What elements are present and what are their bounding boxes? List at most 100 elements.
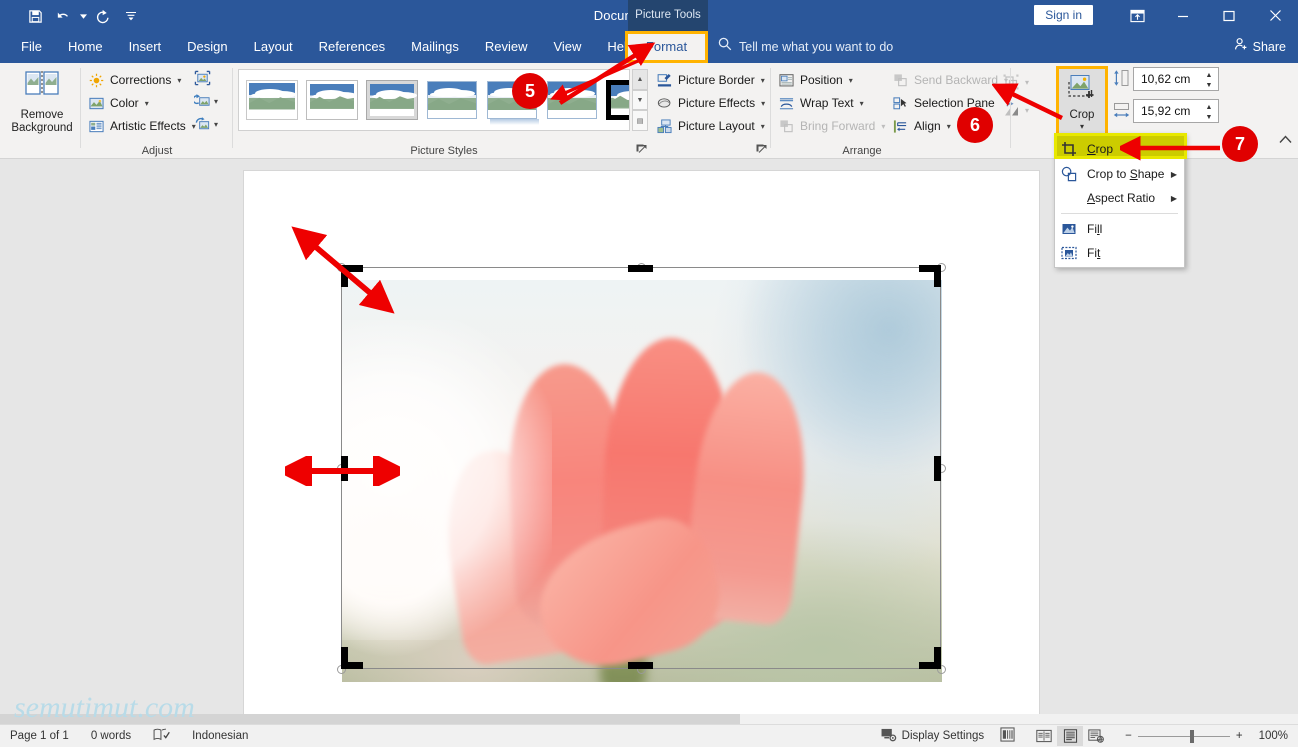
gallery-scroll-down-button[interactable]: ▼ <box>632 89 648 111</box>
selection-pane-icon <box>892 95 909 112</box>
proofing-errors-icon[interactable] <box>153 728 170 744</box>
chevron-down-icon: ▾ <box>214 120 219 129</box>
crop-menu-item-crop[interactable]: CCroprop <box>1055 136 1184 162</box>
zoom-slider[interactable]: − + <box>1125 729 1243 743</box>
redo-icon[interactable] <box>90 4 116 28</box>
crop-menu-item-fit[interactable]: Fit <box>1055 241 1184 265</box>
crop-handle-middle-left[interactable] <box>341 456 348 481</box>
reset-picture-button[interactable]: ▾ <box>194 113 236 136</box>
language-indicator[interactable]: Indonesian <box>192 730 248 742</box>
crop-menu-item-aspect-ratio[interactable]: Aspect Ratio ▶ <box>1055 186 1184 210</box>
chevron-down-icon: ▾ <box>760 121 765 131</box>
chevron-down-icon[interactable]: ▾ <box>1080 122 1084 131</box>
crop-handle-top-right[interactable] <box>934 265 941 287</box>
status-bar-left: Page 1 of 1 0 words Indonesian <box>0 728 248 744</box>
word-count[interactable]: 0 words <box>91 730 131 742</box>
tab-view[interactable]: View <box>540 31 594 63</box>
picture-styles-gallery[interactable] <box>238 69 630 131</box>
crop-menu-item-crop-to-shape[interactable]: Crop to Shape ▶ <box>1055 162 1184 186</box>
send-backward-icon <box>892 72 909 89</box>
tulip-picture[interactable] <box>342 280 942 682</box>
crop-handle-top-center[interactable] <box>628 265 653 272</box>
crop-menu-item-fill[interactable]: Fill <box>1055 217 1184 241</box>
crop-handle-bottom-left[interactable] <box>341 647 348 669</box>
crop-handle-bottom-center[interactable] <box>628 662 653 669</box>
crop-ribbon-button[interactable]: Crop ▾ <box>1056 66 1108 140</box>
undo-icon[interactable] <box>50 4 76 28</box>
send-backward-button[interactable]: Send Backward ▾ <box>892 69 1008 91</box>
save-icon[interactable] <box>22 4 48 28</box>
zoom-track[interactable] <box>1137 729 1230 743</box>
picture-styles-group-label: Picture Styles <box>410 145 478 157</box>
gallery-scroll-up-button[interactable]: ▲ <box>632 69 648 90</box>
wrap-text-button[interactable]: Wrap Text ▾ <box>778 92 864 114</box>
sign-in-button[interactable]: Sign in <box>1034 5 1093 25</box>
page-indicator[interactable]: Page 1 of 1 <box>10 730 69 742</box>
picture-layout-button[interactable]: Picture Layout ▾ <box>656 115 765 137</box>
tab-home[interactable]: Home <box>55 31 116 63</box>
collapse-ribbon-icon[interactable] <box>1279 133 1292 147</box>
tell-me-search[interactable]: Tell me what you want to do <box>718 31 893 63</box>
ribbon-separator <box>1010 68 1011 148</box>
chevron-down-icon: ▾ <box>177 75 182 85</box>
document-page[interactable] <box>243 170 1040 717</box>
picture-style-thumb[interactable] <box>246 80 298 120</box>
share-button[interactable]: Share <box>1234 31 1286 63</box>
undo-caret-icon[interactable] <box>78 4 88 28</box>
tab-layout[interactable]: Layout <box>241 31 306 63</box>
zoom-out-button[interactable]: − <box>1125 730 1132 742</box>
zoom-level[interactable]: 100% <box>1259 730 1288 742</box>
maximize-icon[interactable] <box>1206 0 1252 31</box>
picture-style-thumb[interactable] <box>547 81 597 119</box>
tab-file[interactable]: File <box>8 31 55 63</box>
ribbon-display-options-icon[interactable] <box>1114 0 1160 31</box>
position-button[interactable]: Position ▾ <box>778 69 853 91</box>
shape-height-spinner[interactable]: ▲ ▼ <box>1204 70 1214 90</box>
picture-style-thumb[interactable] <box>366 80 418 120</box>
color-button[interactable]: Color ▾ <box>88 92 149 114</box>
compress-pictures-button[interactable] <box>194 67 236 90</box>
shape-height-value: 10,62 cm <box>1141 72 1191 86</box>
picture-border-button[interactable]: Picture Border ▾ <box>656 69 765 91</box>
remove-background-button[interactable]: Remove Background <box>6 67 78 139</box>
chevron-down-icon: ▾ <box>859 98 864 108</box>
bring-forward-button[interactable]: Bring Forward ▾ <box>778 115 885 137</box>
chevron-down-icon: ▾ <box>848 75 853 85</box>
change-picture-button[interactable]: ▾ <box>194 90 236 113</box>
adjust-group-label: Adjust <box>141 145 173 157</box>
picture-style-thumb-selected[interactable] <box>606 80 629 120</box>
tab-insert[interactable]: Insert <box>116 31 175 63</box>
display-settings-button[interactable]: Display Settings <box>881 728 984 745</box>
gallery-more-button[interactable]: ▤ <box>632 110 648 132</box>
crop-handle-middle-right[interactable] <box>934 456 941 481</box>
customize-qat-icon[interactable] <box>118 4 144 28</box>
picture-effects-button[interactable]: Picture Effects ▾ <box>656 92 765 114</box>
close-icon[interactable] <box>1252 0 1298 31</box>
minimize-icon[interactable] <box>1160 0 1206 31</box>
crop-handle-top-left[interactable] <box>341 265 348 287</box>
read-mode-button[interactable] <box>1031 726 1057 746</box>
web-layout-button[interactable] <box>1083 726 1109 746</box>
tab-references[interactable]: References <box>306 31 398 63</box>
accessibility-checker-icon[interactable] <box>1000 727 1015 745</box>
ribbon-separator <box>232 68 233 148</box>
shape-width-input[interactable]: 15,92 cm ▲ ▼ <box>1133 99 1219 123</box>
picture-style-thumb[interactable] <box>306 80 358 120</box>
align-button[interactable]: Align ▾ <box>892 115 951 137</box>
aspect-ratio-icon <box>1059 189 1079 207</box>
tab-mailings[interactable]: Mailings <box>398 31 472 63</box>
tab-design[interactable]: Design <box>174 31 240 63</box>
crop-handle-bottom-right[interactable] <box>934 647 941 669</box>
print-layout-button[interactable] <box>1057 726 1084 746</box>
tab-format[interactable]: Format <box>625 31 708 63</box>
artistic-effects-button[interactable]: Artistic Effects ▾ <box>88 115 196 137</box>
shape-width-spinner[interactable]: ▲ ▼ <box>1204 102 1214 122</box>
picture-format-dialog-launcher[interactable] <box>756 144 768 156</box>
picture-style-thumb[interactable] <box>427 81 477 119</box>
zoom-in-button[interactable]: + <box>1236 730 1243 742</box>
crop-button-label: Crop <box>1069 109 1095 121</box>
shape-height-input[interactable]: 10,62 cm ▲ ▼ <box>1133 67 1219 91</box>
zoom-thumb[interactable] <box>1189 729 1194 743</box>
tab-review[interactable]: Review <box>472 31 541 63</box>
corrections-button[interactable]: Corrections ▾ <box>88 69 181 91</box>
